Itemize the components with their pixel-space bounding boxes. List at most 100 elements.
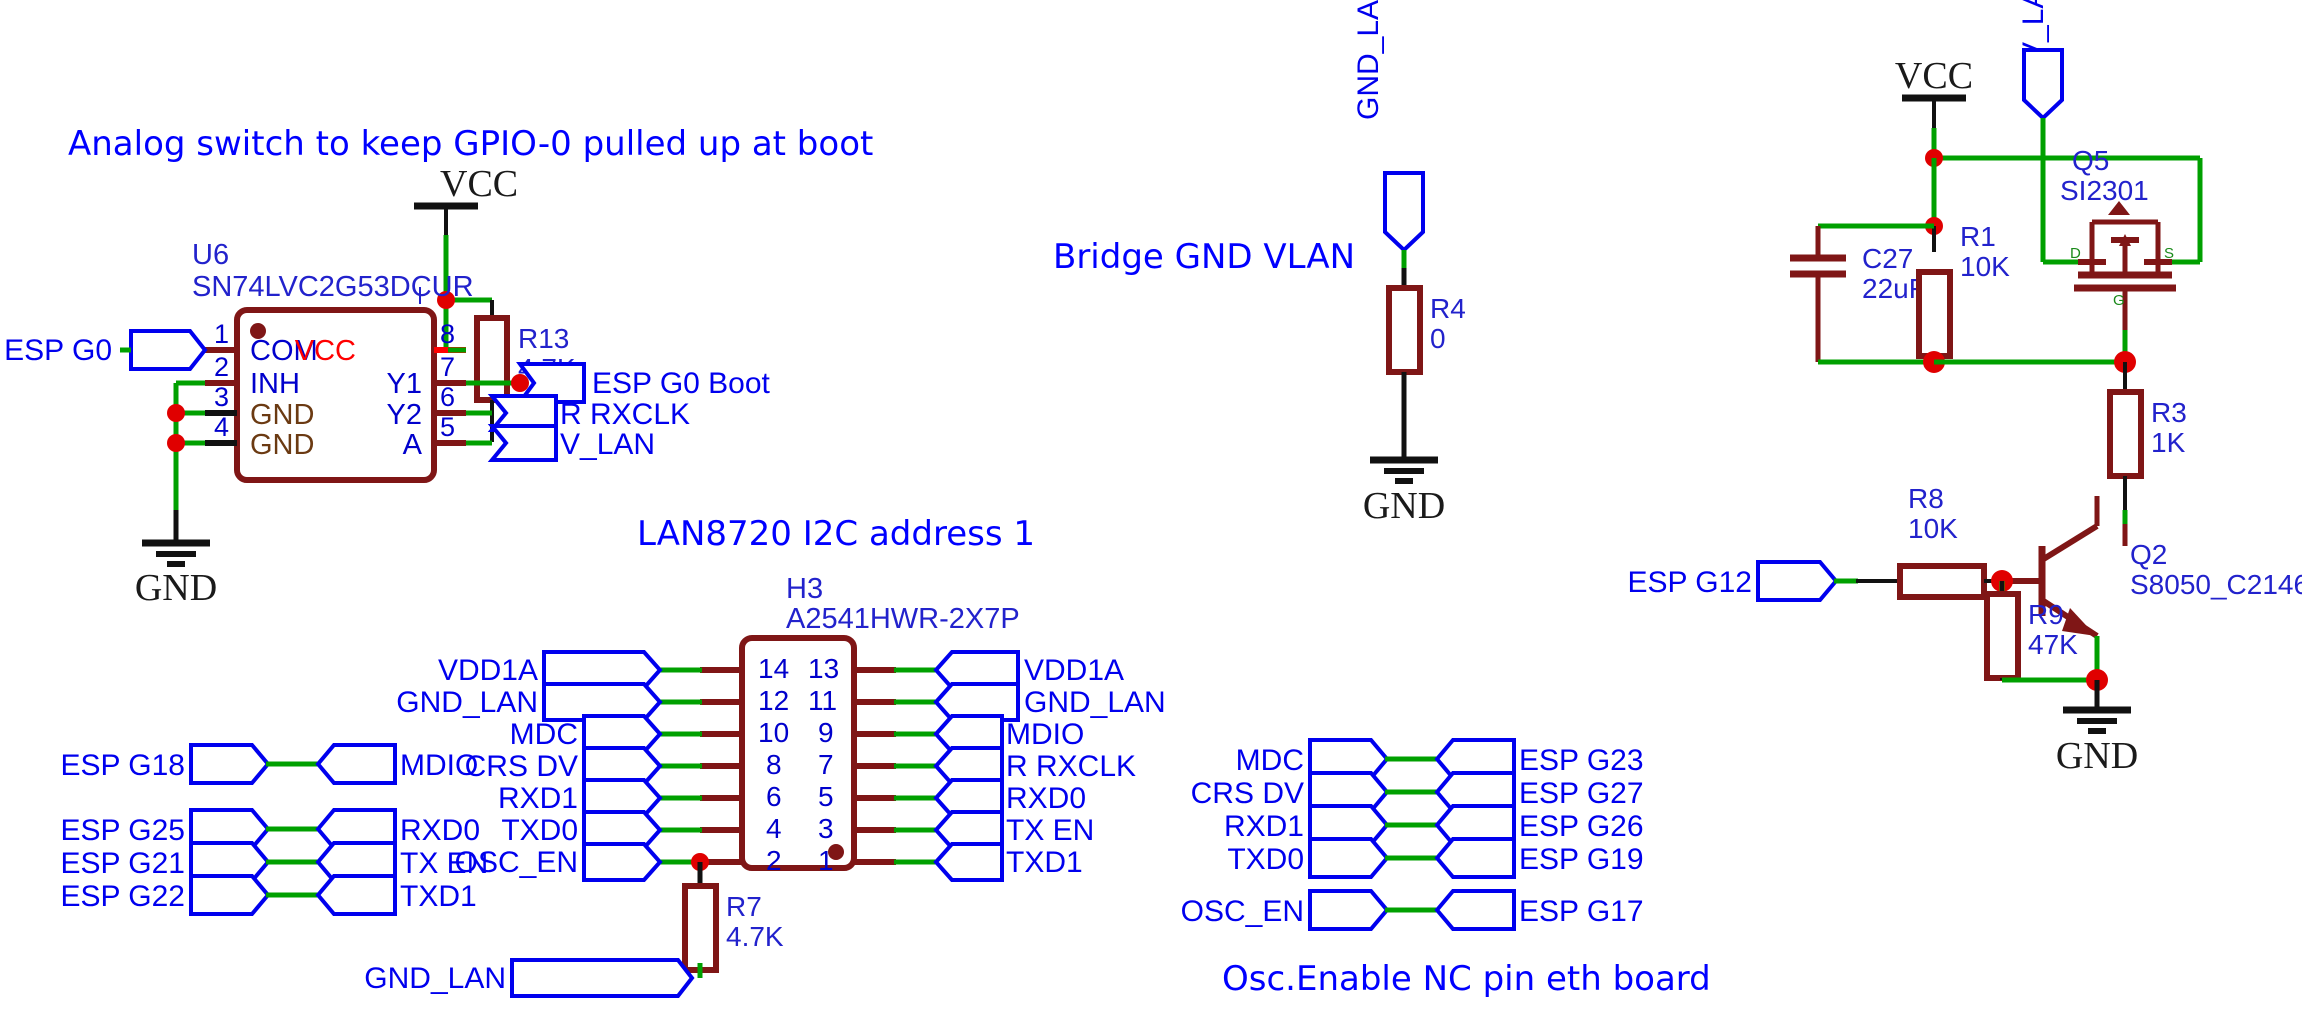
netpair-group-mid[interactable]: MDC ESP G23 CRS DV ESP G27 RXD1 ESP G26 … bbox=[1191, 738, 1644, 879]
q5-pin-s-label: S bbox=[2164, 245, 2174, 262]
r8-input-group: ESP G12 R8 10K bbox=[1627, 483, 2013, 602]
netpair-esp-g18-mdio[interactable]: ESP G18 MDIO bbox=[60, 743, 478, 785]
h3-ref: H3 bbox=[786, 573, 823, 605]
junction-dot bbox=[167, 434, 185, 452]
netlabel-esp-g19[interactable] bbox=[1434, 837, 1516, 879]
netlabel-esp-g25-text: ESP G25 bbox=[60, 814, 185, 847]
h3-right-netlabels[interactable]: VDD1A GND_LAN MDIO R RXCLK RXD0 TX EN TX… bbox=[933, 650, 1166, 882]
netlabel-r-rxclk-text: R RXCLK bbox=[560, 398, 690, 431]
h3-pin-num-11: 11 bbox=[808, 685, 837, 716]
u6-pin-num-7: 7 bbox=[440, 352, 455, 382]
junction-dot bbox=[167, 404, 185, 422]
netlabel-esp-g12-text: ESP G12 bbox=[1627, 566, 1752, 599]
netlabel-rxd0-left-pair-text: RXD0 bbox=[400, 814, 480, 847]
h3-pin-num-8: 8 bbox=[766, 749, 782, 780]
netlabel-crsdv-mid-text: CRS DV bbox=[1191, 777, 1304, 810]
netlabel-gnd-lan-right-text: GND_LAN bbox=[1024, 686, 1166, 719]
r4-resistor bbox=[1386, 285, 1423, 375]
u6-gnd-net bbox=[167, 380, 205, 543]
u6-pin-num-2: 2 bbox=[214, 352, 229, 382]
netlabel-txen-right-text: TX EN bbox=[1006, 814, 1094, 847]
netlabel-v-lan-right[interactable]: V_LAN bbox=[2017, 0, 2064, 158]
netlabel-esp-g18-text: ESP G18 bbox=[60, 749, 185, 782]
netlabel-txd1-left-pair[interactable] bbox=[315, 874, 397, 916]
r9-resistor-group: R9 47K bbox=[1984, 581, 2108, 710]
note-osc-enable: Osc.Enable NC pin eth board bbox=[1222, 959, 1711, 999]
netlabel-esp-g19-text: ESP G19 bbox=[1519, 843, 1644, 876]
schematic-sheet: Analog switch to keep GPIO-0 pulled up a… bbox=[0, 0, 2302, 1010]
h3-pin-num-5: 5 bbox=[818, 781, 834, 812]
u6-pin-name-vcc: VCC bbox=[295, 335, 356, 367]
r3-resistor-group: R3 1K bbox=[2107, 389, 2187, 546]
h3-left-wires bbox=[660, 667, 742, 865]
netlabel-esp-g22[interactable] bbox=[189, 874, 271, 916]
u6-pin-num-3: 3 bbox=[214, 382, 229, 412]
u6-ref: U6 bbox=[192, 239, 229, 271]
right-gnd-label: GND bbox=[2056, 735, 2138, 777]
netlabel-gnd-lan-bridge[interactable] bbox=[1383, 171, 1425, 253]
q5-pin-d-label: D bbox=[2070, 245, 2081, 262]
netlabel-v-lan[interactable]: V_LAN bbox=[487, 424, 655, 462]
note-analog-switch: Analog switch to keep GPIO-0 pulled up a… bbox=[68, 124, 873, 164]
netlabel-esp-g18[interactable] bbox=[189, 743, 271, 785]
r3-ref: R3 bbox=[2151, 397, 2187, 428]
u6-part: SN74LVC2G53DCUR bbox=[192, 271, 474, 303]
u6-pin-name-a: A bbox=[403, 429, 423, 461]
h3-pin-num-13: 13 bbox=[808, 653, 839, 684]
h3-pin-num-9: 9 bbox=[818, 717, 834, 748]
netlabel-rrxclk-right-text: R RXCLK bbox=[1006, 750, 1136, 783]
netlabel-mdio-left-pair[interactable] bbox=[315, 743, 397, 785]
netlabel-txen-left-pair-text: TX EN bbox=[400, 847, 488, 880]
right-gnd-symbol: GND bbox=[2056, 706, 2138, 777]
netlabel-mdc-left-text: MDC bbox=[510, 718, 578, 751]
q2-ref: Q2 bbox=[2130, 539, 2167, 570]
netlabel-esp-g23-text: ESP G23 bbox=[1519, 744, 1644, 777]
netlabel-txd1-right[interactable] bbox=[933, 842, 1004, 882]
h3-pin-num-6: 6 bbox=[766, 781, 782, 812]
u6-pin-name-y1: Y1 bbox=[387, 368, 422, 400]
netlabel-rxd0-right-text: RXD0 bbox=[1006, 782, 1086, 815]
netlabel-esp-g0[interactable]: ESP G0 bbox=[4, 329, 208, 371]
netlabel-oscen-left[interactable] bbox=[582, 842, 663, 882]
netlabel-gnd-lan-pulldown[interactable] bbox=[510, 958, 695, 998]
q5-ref: Q5 bbox=[2072, 145, 2109, 176]
r1-resistor bbox=[1916, 269, 1953, 359]
h3-pin-num-14: 14 bbox=[758, 653, 789, 684]
r4-value: 0 bbox=[1430, 323, 1446, 354]
gate-bus-net bbox=[1934, 351, 2136, 392]
netlabel-txd0-left-text: TXD0 bbox=[501, 814, 578, 847]
r7-ref: R7 bbox=[726, 891, 762, 922]
netlabel-vdd1a-right-text: VDD1A bbox=[1024, 654, 1124, 687]
h3-right-wires bbox=[854, 667, 936, 865]
r13-ref: R13 bbox=[518, 323, 569, 354]
r3-resistor bbox=[2107, 389, 2144, 479]
q5-mosfet[interactable]: D S G Q5 SI2301 bbox=[2060, 145, 2176, 370]
r1-ref: R1 bbox=[1960, 221, 1996, 252]
right-vcc-label: VCC bbox=[1895, 55, 1973, 97]
u6-pin-num-1: 1 bbox=[214, 319, 229, 349]
netlabel-esp-g21-text: ESP G21 bbox=[60, 847, 185, 880]
netlabel-gnd-lan-left-text: GND_LAN bbox=[396, 686, 538, 719]
netlabel-oscen-mid[interactable] bbox=[1308, 889, 1390, 931]
netlabel-txd1-left-pair-text: TXD1 bbox=[400, 880, 477, 913]
h3-part: A2541HWR-2X7P bbox=[786, 603, 1020, 635]
u6-gnd-symbol: GND bbox=[135, 539, 217, 609]
h3-pin-num-1: 1 bbox=[818, 845, 834, 876]
u6-vcc-label: VCC bbox=[440, 163, 518, 205]
u6-pin-num-6: 6 bbox=[440, 382, 455, 412]
netlabel-txd0-mid[interactable] bbox=[1308, 837, 1390, 879]
netpair-group-left[interactable]: ESP G25 RXD0 ESP G21 TX EN ESP G22 TXD1 bbox=[60, 808, 488, 916]
u6-pin-name-gnd2: GND bbox=[250, 429, 314, 461]
u6-pin-name-inh: INH bbox=[250, 368, 300, 400]
h3-pin-num-12: 12 bbox=[758, 685, 789, 716]
netlabel-oscen-mid-text: OSC_EN bbox=[1181, 895, 1304, 928]
netlabel-esp-g12[interactable] bbox=[1756, 560, 1839, 602]
netlabel-esp-g26-text: ESP G26 bbox=[1519, 810, 1644, 843]
netpair-oscen-espg17[interactable]: OSC_EN ESP G17 bbox=[1181, 889, 1644, 931]
bridge-gnd-vlan-group: GND_LAN R4 0 GND bbox=[1352, 0, 1466, 527]
netlabel-esp-g22-text: ESP G22 bbox=[60, 880, 185, 913]
netlabel-gnd-lan-bridge-text: GND_LAN bbox=[1352, 0, 1385, 120]
netlabel-esp-g17[interactable] bbox=[1434, 889, 1516, 931]
r3-value: 1K bbox=[2151, 427, 2186, 458]
u6-pin-name-y2: Y2 bbox=[387, 399, 422, 431]
